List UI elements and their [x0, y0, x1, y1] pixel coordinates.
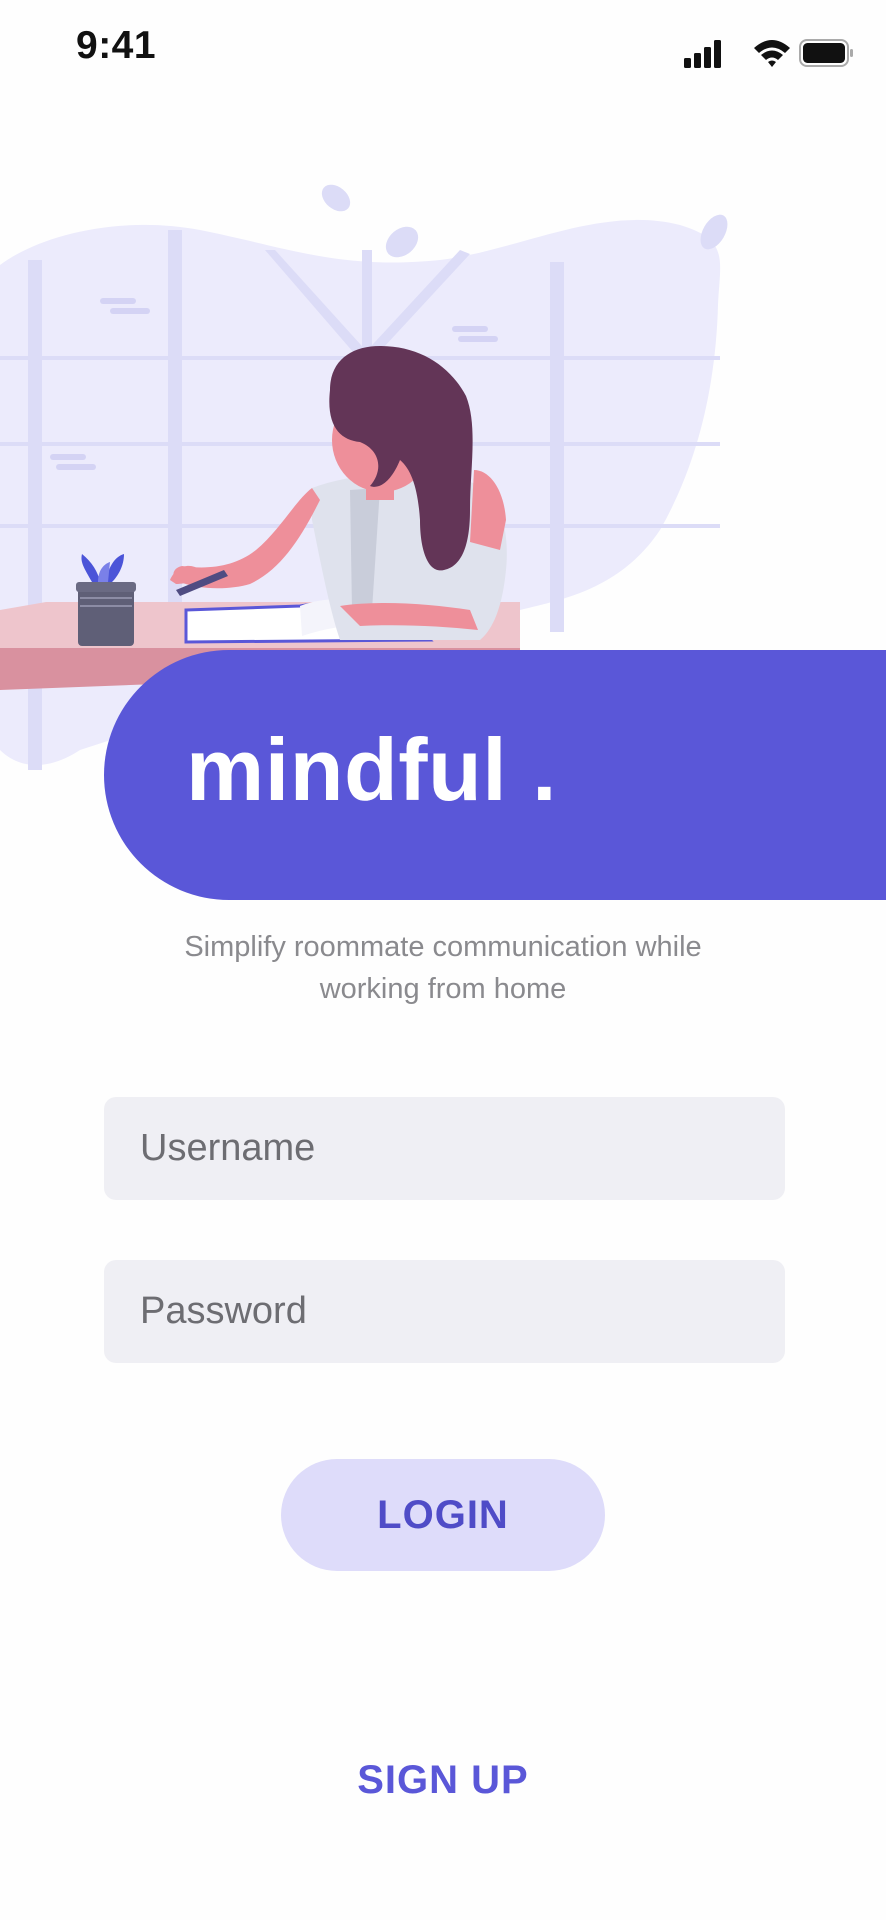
password-input[interactable] [104, 1260, 785, 1363]
cellular-signal-icon [684, 40, 721, 68]
battery-icon [799, 39, 853, 67]
brand-banner: mindful . [104, 650, 886, 900]
tagline: Simplify roommate communication while wo… [184, 931, 702, 1005]
username-input[interactable] [104, 1097, 785, 1200]
wifi-icon [754, 40, 790, 67]
status-time: 9:41 [76, 24, 157, 67]
status-icons [684, 39, 853, 68]
sign-up-link[interactable]: SIGN UP [293, 1758, 593, 1803]
brand-title: mindful . [186, 720, 558, 819]
login-button[interactable]: LOGIN [281, 1459, 605, 1571]
status-bar: 9:41 [0, 0, 886, 100]
